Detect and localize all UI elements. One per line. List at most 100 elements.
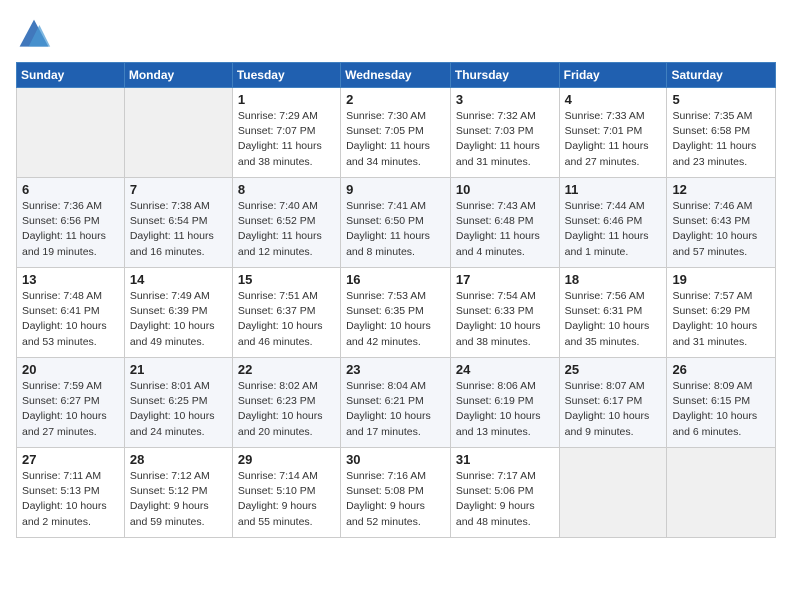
day-number: 31 <box>456 452 554 467</box>
day-info: Sunrise: 7:29 AM Sunset: 7:07 PM Dayligh… <box>238 109 335 170</box>
calendar-cell <box>667 448 776 538</box>
day-number: 14 <box>130 272 227 287</box>
day-info: Sunrise: 7:16 AM Sunset: 5:08 PM Dayligh… <box>346 469 445 530</box>
calendar-body: 1 Sunrise: 7:29 AM Sunset: 7:07 PM Daylig… <box>17 88 776 538</box>
day-number: 7 <box>130 182 227 197</box>
day-info: Sunrise: 7:49 AM Sunset: 6:39 PM Dayligh… <box>130 289 227 350</box>
day-number: 1 <box>238 92 335 107</box>
day-number: 26 <box>672 362 770 377</box>
day-info: Sunrise: 7:38 AM Sunset: 6:54 PM Dayligh… <box>130 199 227 260</box>
calendar-cell: 9 Sunrise: 7:41 AM Sunset: 6:50 PM Daylig… <box>341 178 451 268</box>
day-info: Sunrise: 7:48 AM Sunset: 6:41 PM Dayligh… <box>22 289 119 350</box>
calendar-cell <box>17 88 125 178</box>
day-info: Sunrise: 8:04 AM Sunset: 6:21 PM Dayligh… <box>346 379 445 440</box>
day-number: 11 <box>565 182 662 197</box>
calendar-week-row: 1 Sunrise: 7:29 AM Sunset: 7:07 PM Daylig… <box>17 88 776 178</box>
day-info: Sunrise: 7:44 AM Sunset: 6:46 PM Dayligh… <box>565 199 662 260</box>
day-number: 4 <box>565 92 662 107</box>
day-number: 24 <box>456 362 554 377</box>
weekday-header-sunday: Sunday <box>17 63 125 88</box>
day-number: 30 <box>346 452 445 467</box>
day-number: 22 <box>238 362 335 377</box>
day-number: 16 <box>346 272 445 287</box>
day-info: Sunrise: 7:12 AM Sunset: 5:12 PM Dayligh… <box>130 469 227 530</box>
weekday-header-saturday: Saturday <box>667 63 776 88</box>
day-info: Sunrise: 7:36 AM Sunset: 6:56 PM Dayligh… <box>22 199 119 260</box>
calendar-cell: 29Sunrise: 7:14 AM Sunset: 5:10 PM Dayli… <box>232 448 340 538</box>
calendar-cell: 3 Sunrise: 7:32 AM Sunset: 7:03 PM Daylig… <box>450 88 559 178</box>
day-info: Sunrise: 7:43 AM Sunset: 6:48 PM Dayligh… <box>456 199 554 260</box>
calendar-cell: 21 Sunrise: 8:01 AM Sunset: 6:25 PM Dayli… <box>124 358 232 448</box>
day-info: Sunrise: 8:01 AM Sunset: 6:25 PM Dayligh… <box>130 379 227 440</box>
calendar-cell: 30 Sunrise: 7:16 AM Sunset: 5:08 PM Dayli… <box>341 448 451 538</box>
calendar-cell: 20 Sunrise: 7:59 AM Sunset: 6:27 PM Dayli… <box>17 358 125 448</box>
calendar-cell: 22 Sunrise: 8:02 AM Sunset: 6:23 PM Dayli… <box>232 358 340 448</box>
calendar-cell: 4 Sunrise: 7:33 AM Sunset: 7:01 PM Daylig… <box>559 88 667 178</box>
day-info: Sunrise: 7:35 AM Sunset: 6:58 PM Dayligh… <box>672 109 770 170</box>
weekday-header-thursday: Thursday <box>450 63 559 88</box>
day-number: 23 <box>346 362 445 377</box>
day-number: 2 <box>346 92 445 107</box>
calendar-cell: 16 Sunrise: 7:53 AM Sunset: 6:35 PM Dayli… <box>341 268 451 358</box>
day-info: Sunrise: 8:02 AM Sunset: 6:23 PM Dayligh… <box>238 379 335 440</box>
day-number: 21 <box>130 362 227 377</box>
day-info: Sunrise: 7:41 AM Sunset: 6:50 PM Dayligh… <box>346 199 445 260</box>
calendar-cell: 2 Sunrise: 7:30 AM Sunset: 7:05 PM Daylig… <box>341 88 451 178</box>
weekday-header-tuesday: Tuesday <box>232 63 340 88</box>
calendar-cell: 27 Sunrise: 7:11 AM Sunset: 5:13 PM Dayli… <box>17 448 125 538</box>
calendar-cell <box>124 88 232 178</box>
calendar-cell: 23 Sunrise: 8:04 AM Sunset: 6:21 PM Dayli… <box>341 358 451 448</box>
day-number: 6 <box>22 182 119 197</box>
day-number: 18 <box>565 272 662 287</box>
day-info: Sunrise: 8:06 AM Sunset: 6:19 PM Dayligh… <box>456 379 554 440</box>
calendar-cell: 7 Sunrise: 7:38 AM Sunset: 6:54 PM Daylig… <box>124 178 232 268</box>
calendar-week-row: 20 Sunrise: 7:59 AM Sunset: 6:27 PM Dayli… <box>17 358 776 448</box>
day-info: Sunrise: 7:11 AM Sunset: 5:13 PM Dayligh… <box>22 469 119 530</box>
calendar-cell: 14 Sunrise: 7:49 AM Sunset: 6:39 PM Dayli… <box>124 268 232 358</box>
day-info: Sunrise: 7:57 AM Sunset: 6:29 PM Dayligh… <box>672 289 770 350</box>
calendar-cell: 15 Sunrise: 7:51 AM Sunset: 6:37 PM Dayli… <box>232 268 340 358</box>
day-number: 27 <box>22 452 119 467</box>
calendar-cell: 19 Sunrise: 7:57 AM Sunset: 6:29 PM Dayli… <box>667 268 776 358</box>
day-number: 10 <box>456 182 554 197</box>
day-number: 19 <box>672 272 770 287</box>
weekday-header-wednesday: Wednesday <box>341 63 451 88</box>
day-info: Sunrise: 7:30 AM Sunset: 7:05 PM Dayligh… <box>346 109 445 170</box>
day-info: Sunrise: 7:53 AM Sunset: 6:35 PM Dayligh… <box>346 289 445 350</box>
calendar-week-row: 13 Sunrise: 7:48 AM Sunset: 6:41 PM Dayli… <box>17 268 776 358</box>
day-number: 25 <box>565 362 662 377</box>
calendar-table: SundayMondayTuesdayWednesdayThursdayFrid… <box>16 62 776 538</box>
weekday-header-row: SundayMondayTuesdayWednesdayThursdayFrid… <box>17 63 776 88</box>
day-number: 28 <box>130 452 227 467</box>
day-number: 15 <box>238 272 335 287</box>
calendar-cell: 8Sunrise: 7:40 AM Sunset: 6:52 PM Daylig… <box>232 178 340 268</box>
day-number: 29 <box>238 452 335 467</box>
calendar-cell: 5 Sunrise: 7:35 AM Sunset: 6:58 PM Daylig… <box>667 88 776 178</box>
day-number: 3 <box>456 92 554 107</box>
day-info: Sunrise: 7:51 AM Sunset: 6:37 PM Dayligh… <box>238 289 335 350</box>
weekday-header-monday: Monday <box>124 63 232 88</box>
day-info: Sunrise: 7:56 AM Sunset: 6:31 PM Dayligh… <box>565 289 662 350</box>
day-number: 13 <box>22 272 119 287</box>
day-number: 9 <box>346 182 445 197</box>
day-info: Sunrise: 8:09 AM Sunset: 6:15 PM Dayligh… <box>672 379 770 440</box>
calendar-cell <box>559 448 667 538</box>
day-info: Sunrise: 7:17 AM Sunset: 5:06 PM Dayligh… <box>456 469 554 530</box>
logo <box>16 16 56 52</box>
day-info: Sunrise: 7:59 AM Sunset: 6:27 PM Dayligh… <box>22 379 119 440</box>
calendar-cell: 6 Sunrise: 7:36 AM Sunset: 6:56 PM Daylig… <box>17 178 125 268</box>
calendar-cell: 12Sunrise: 7:46 AM Sunset: 6:43 PM Dayli… <box>667 178 776 268</box>
day-info: Sunrise: 7:32 AM Sunset: 7:03 PM Dayligh… <box>456 109 554 170</box>
calendar-header: SundayMondayTuesdayWednesdayThursdayFrid… <box>17 63 776 88</box>
calendar-cell: 28 Sunrise: 7:12 AM Sunset: 5:12 PM Dayli… <box>124 448 232 538</box>
day-number: 5 <box>672 92 770 107</box>
day-number: 20 <box>22 362 119 377</box>
calendar-cell: 13 Sunrise: 7:48 AM Sunset: 6:41 PM Dayli… <box>17 268 125 358</box>
day-info: Sunrise: 8:07 AM Sunset: 6:17 PM Dayligh… <box>565 379 662 440</box>
logo-icon <box>16 16 52 52</box>
day-info: Sunrise: 7:33 AM Sunset: 7:01 PM Dayligh… <box>565 109 662 170</box>
calendar-cell: 10 Sunrise: 7:43 AM Sunset: 6:48 PM Dayli… <box>450 178 559 268</box>
calendar-cell: 25 Sunrise: 8:07 AM Sunset: 6:17 PM Dayli… <box>559 358 667 448</box>
calendar-cell: 11 Sunrise: 7:44 AM Sunset: 6:46 PM Dayli… <box>559 178 667 268</box>
day-info: Sunrise: 7:40 AM Sunset: 6:52 PM Dayligh… <box>238 199 335 260</box>
